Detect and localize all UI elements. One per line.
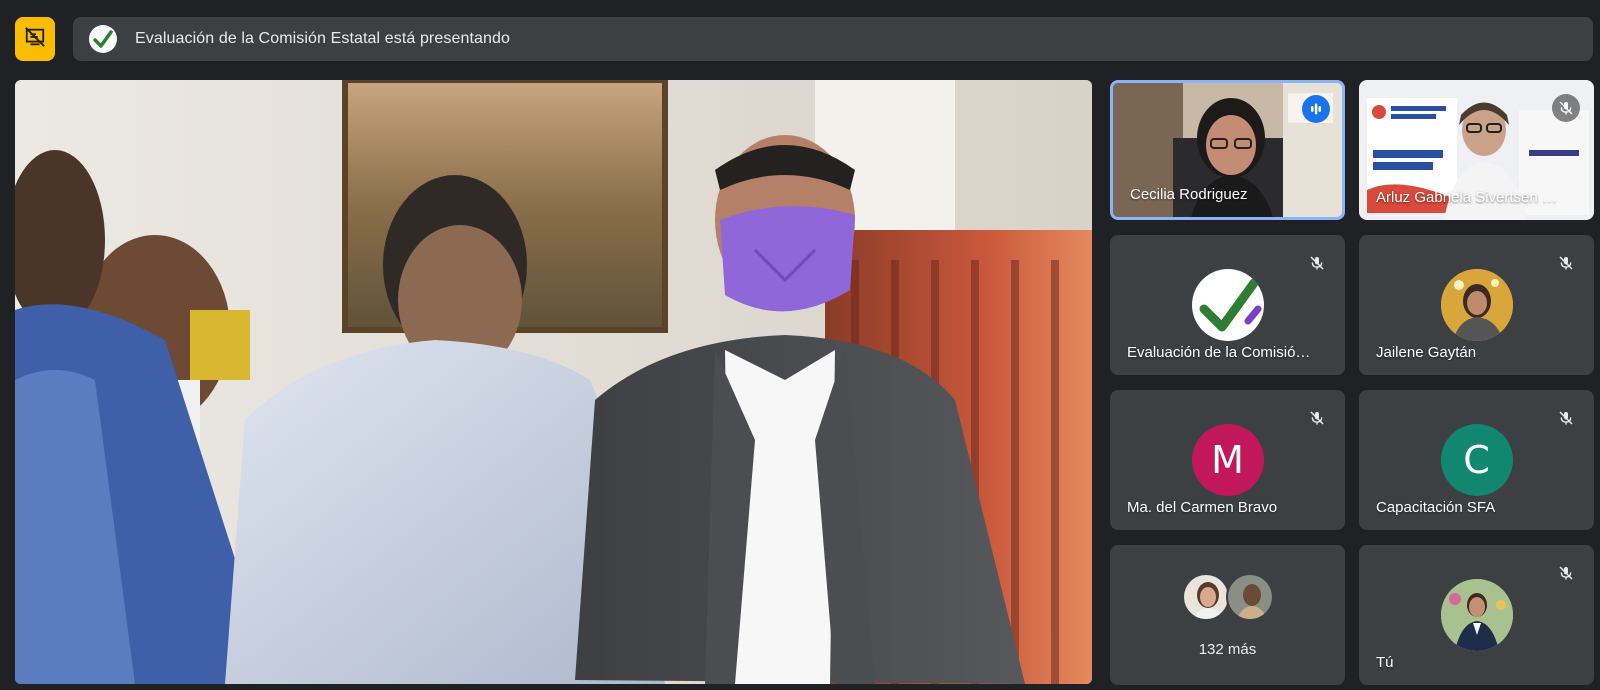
mic-off-icon bbox=[1552, 559, 1580, 587]
participant-tile-jailene[interactable]: Jailene Gaytán bbox=[1359, 235, 1594, 375]
participant-photo-avatar bbox=[1181, 573, 1230, 621]
participant-name: Arluz Gabriela Sivertsen … bbox=[1376, 189, 1557, 206]
participant-tile-capacitacion[interactable]: C Capacitación SFA bbox=[1359, 390, 1594, 530]
participant-name: Tú bbox=[1376, 654, 1394, 671]
participant-name: Evaluación de la Comisió… bbox=[1127, 344, 1311, 361]
presenting-banner-text: Evaluación de la Comisión Estatal está p… bbox=[135, 30, 510, 47]
checkmark-logo-avatar bbox=[1191, 269, 1264, 341]
more-participants-tile[interactable]: 132 más bbox=[1110, 545, 1345, 685]
mic-off-icon bbox=[1552, 404, 1580, 432]
presentation-off-icon bbox=[24, 26, 46, 53]
participant-tile-arluz[interactable]: Arluz Gabriela Sivertsen … bbox=[1359, 80, 1594, 220]
more-participants-count: 132 más bbox=[1198, 641, 1257, 658]
letter-avatar: M bbox=[1191, 424, 1264, 496]
participant-photo-avatar bbox=[1440, 269, 1513, 341]
participant-name: Cecilia Rodriguez bbox=[1130, 186, 1248, 203]
participant-tile-evaluacion[interactable]: Evaluación de la Comisió… bbox=[1110, 235, 1345, 375]
main-presentation bbox=[15, 80, 1092, 684]
more-participants-avatars bbox=[1181, 573, 1274, 621]
mic-off-icon bbox=[1303, 404, 1331, 432]
meeting-stage: Evaluación de la Comisión Estatal está p… bbox=[0, 0, 1600, 690]
participant-name: Jailene Gaytán bbox=[1376, 344, 1477, 361]
mic-off-icon bbox=[1552, 94, 1580, 122]
participant-tile-self[interactable]: Tú bbox=[1359, 545, 1594, 685]
letter-avatar: C bbox=[1440, 424, 1513, 496]
participant-photo-avatar bbox=[1440, 579, 1513, 651]
presenting-banner: Evaluación de la Comisión Estatal está p… bbox=[73, 17, 1593, 61]
mic-off-icon bbox=[1552, 249, 1580, 277]
participant-photo-avatar bbox=[1225, 573, 1274, 621]
speaking-bars-icon bbox=[1302, 95, 1330, 123]
participant-tile-cecilia[interactable]: Cecilia Rodriguez bbox=[1110, 80, 1345, 220]
participant-name: Ma. del Carmen Bravo bbox=[1127, 499, 1278, 516]
mic-off-icon bbox=[1303, 249, 1331, 277]
presentation-toggle-button[interactable] bbox=[15, 17, 55, 61]
participant-name: Capacitación SFA bbox=[1376, 499, 1496, 516]
checkmark-logo-icon bbox=[89, 25, 117, 53]
participant-tile-carmen[interactable]: M Ma. del Carmen Bravo bbox=[1110, 390, 1345, 530]
